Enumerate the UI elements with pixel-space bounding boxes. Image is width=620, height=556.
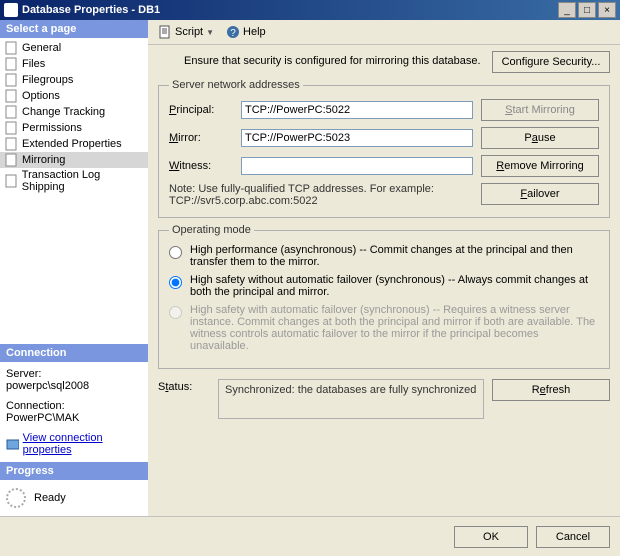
sidebar-item-label: Filegroups [22, 74, 73, 86]
operating-mode-legend: Operating mode [169, 224, 254, 236]
start-mirroring-button: Start Mirroring [481, 99, 599, 121]
status-text: Synchronized: the databases are fully sy… [218, 379, 484, 419]
progress-status: Ready [34, 492, 66, 504]
sidebar-item-label: Mirroring [22, 154, 65, 166]
sidebar-item-log-shipping[interactable]: Transaction Log Shipping [0, 168, 148, 194]
sidebar-item-label: Files [22, 58, 45, 70]
maximize-button[interactable]: □ [578, 2, 596, 18]
connection-value: PowerPC\MAK [6, 412, 142, 424]
page-icon [4, 137, 18, 151]
pause-button[interactable]: Pause [481, 127, 599, 149]
sidebar-item-label: Options [22, 90, 60, 102]
help-button[interactable]: ? Help [222, 23, 270, 41]
chevron-down-icon: ▼ [206, 28, 214, 37]
sidebar-item-mirroring[interactable]: Mirroring [0, 152, 148, 168]
view-connection-properties-label: View connection properties [23, 432, 142, 456]
sidebar-item-change-tracking[interactable]: Change Tracking [0, 104, 148, 120]
sidebar-item-general[interactable]: General [0, 40, 148, 56]
close-button[interactable]: × [598, 2, 616, 18]
script-icon [158, 25, 172, 39]
mirror-input[interactable] [241, 129, 473, 147]
sidebar-item-files[interactable]: Files [0, 56, 148, 72]
remove-mirroring-button[interactable]: Remove Mirroring [481, 155, 599, 177]
page-icon [4, 57, 18, 71]
high-safety-no-auto-label: High safety without automatic failover (… [190, 274, 599, 298]
page-icon [4, 105, 18, 119]
page-icon [4, 174, 18, 188]
status-label: Status: [158, 379, 210, 419]
sidebar-item-permissions[interactable]: Permissions [0, 120, 148, 136]
page-icon [4, 153, 18, 167]
high-safety-no-auto-radio[interactable] [169, 276, 182, 289]
titlebar: Database Properties - DB1 _ □ × [0, 0, 620, 20]
witness-label: Witness: [169, 160, 233, 172]
security-note-row: Ensure that security is configured for m… [158, 51, 610, 73]
cancel-button[interactable]: Cancel [536, 526, 610, 548]
help-icon: ? [226, 25, 240, 39]
witness-input[interactable] [241, 157, 473, 175]
window-title: Database Properties - DB1 [22, 4, 556, 16]
page-icon [4, 89, 18, 103]
page-icon [4, 73, 18, 87]
progress-block: Ready [0, 480, 148, 516]
principal-label: Principal: [169, 104, 233, 116]
security-note: Ensure that security is configured for m… [158, 51, 492, 73]
tcp-note: Note: Use fully-qualified TCP addresses.… [169, 183, 481, 207]
sidebar-item-label: Transaction Log Shipping [22, 169, 144, 193]
sidebar-header-select: Select a page [0, 20, 148, 38]
minimize-button[interactable]: _ [558, 2, 576, 18]
mirror-label: Mirror: [169, 132, 233, 144]
connection-block: Server: powerpc\sql2008 Connection: Powe… [0, 362, 148, 462]
refresh-button[interactable]: Refresh [492, 379, 610, 401]
connection-label: Connection: [6, 400, 142, 412]
high-safety-auto-label: High safety with automatic failover (syn… [190, 304, 599, 352]
high-performance-radio[interactable] [169, 246, 182, 259]
app-icon [4, 3, 18, 17]
sidebar-item-label: General [22, 42, 61, 54]
page-list: General Files Filegroups Options Change … [0, 38, 148, 196]
high-performance-label: High performance (asynchronous) -- Commi… [190, 244, 599, 268]
sidebar-item-extended-properties[interactable]: Extended Properties [0, 136, 148, 152]
help-label: Help [243, 26, 266, 38]
page-icon [4, 121, 18, 135]
sidebar-header-connection: Connection [0, 344, 148, 362]
view-connection-properties-link[interactable]: View connection properties [6, 432, 142, 456]
principal-input[interactable] [241, 101, 473, 119]
operating-mode-group: Operating mode High performance (asynchr… [158, 224, 610, 369]
progress-spinner-icon [6, 488, 26, 508]
sidebar: Select a page General Files Filegroups O… [0, 20, 148, 516]
server-label: Server: [6, 368, 142, 380]
toolbar: Script ▼ ? Help [148, 20, 620, 45]
properties-icon [6, 437, 19, 451]
server-network-legend: Server network addresses [169, 79, 303, 91]
failover-button[interactable]: Failover [481, 183, 599, 205]
sidebar-item-label: Extended Properties [22, 138, 122, 150]
configure-security-button[interactable]: Configure Security... [492, 51, 610, 73]
content: Script ▼ ? Help Ensure that security is … [148, 20, 620, 516]
sidebar-header-progress: Progress [0, 462, 148, 480]
script-button[interactable]: Script ▼ [154, 23, 218, 41]
sidebar-item-label: Change Tracking [22, 106, 105, 118]
sidebar-item-options[interactable]: Options [0, 88, 148, 104]
sidebar-item-label: Permissions [22, 122, 82, 134]
page-icon [4, 41, 18, 55]
script-label: Script [175, 26, 203, 38]
svg-text:?: ? [230, 28, 236, 39]
server-network-addresses-group: Server network addresses Principal: Star… [158, 79, 610, 218]
server-value: powerpc\sql2008 [6, 380, 142, 392]
footer: OK Cancel [0, 516, 620, 556]
high-safety-auto-radio [169, 306, 182, 319]
ok-button[interactable]: OK [454, 526, 528, 548]
sidebar-item-filegroups[interactable]: Filegroups [0, 72, 148, 88]
